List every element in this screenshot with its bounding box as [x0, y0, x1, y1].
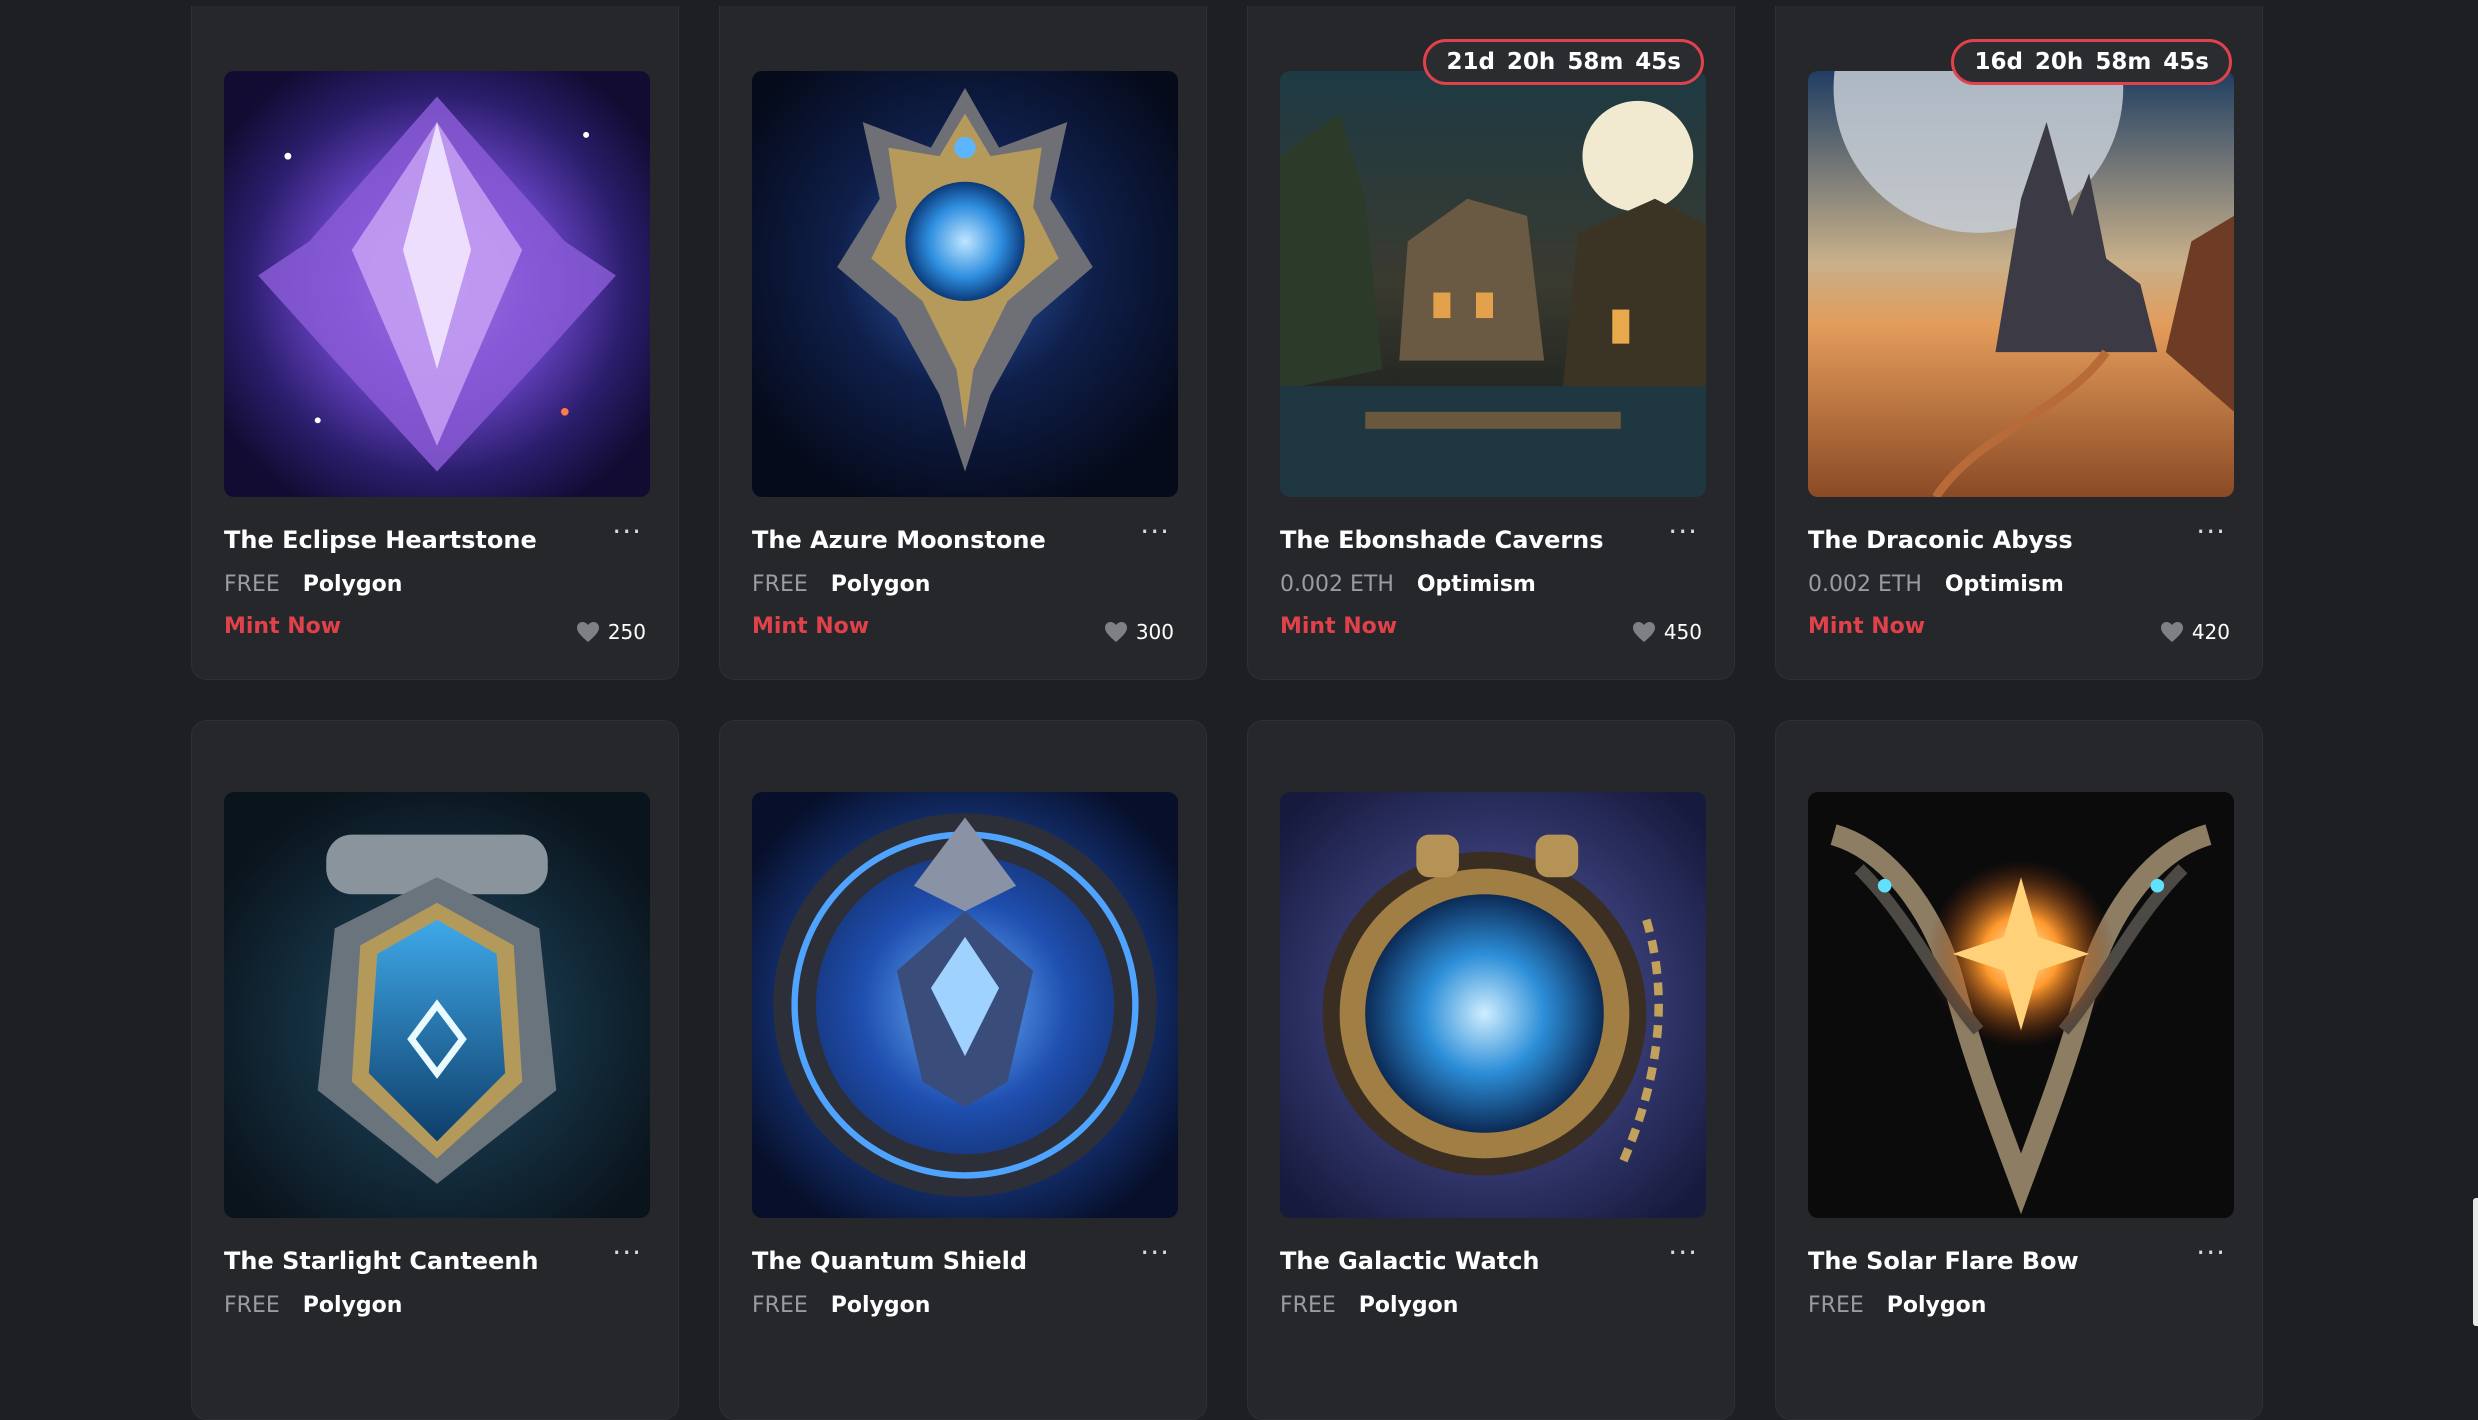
- heart-icon: [576, 622, 599, 642]
- mint-now-link[interactable]: Mint Now: [1280, 614, 1397, 639]
- price-label: FREE: [752, 1293, 808, 1318]
- more-icon[interactable]: ···: [612, 1239, 642, 1267]
- timer-hours: 20h: [1506, 49, 1556, 75]
- nft-card[interactable]: The Solar Flare Bow ··· FREE Polygon: [1775, 720, 2263, 1420]
- timer-seconds: 45s: [2163, 49, 2209, 75]
- nft-card[interactable]: The Galactic Watch ··· FREE Polygon: [1247, 720, 1735, 1420]
- price-label: FREE: [1280, 1293, 1336, 1318]
- chain-label: Optimism: [1944, 572, 2064, 597]
- nft-title[interactable]: The Azure Moonstone: [752, 526, 1046, 554]
- price-label: FREE: [1808, 1293, 1864, 1318]
- price-row: FREE Polygon: [224, 572, 402, 597]
- chain-label: Polygon: [830, 1293, 931, 1318]
- nft-card[interactable]: 16d 20h 58m 45s The Draconic Abyss ··· 0…: [1775, 6, 2263, 680]
- nft-image[interactable]: [1280, 792, 1706, 1218]
- price-label: 0.002 ETH: [1808, 572, 1922, 597]
- nft-title[interactable]: The Draconic Abyss: [1808, 526, 2073, 554]
- more-icon[interactable]: ···: [2196, 518, 2226, 546]
- price-row: FREE Polygon: [1808, 1293, 1986, 1318]
- chain-label: Polygon: [302, 572, 403, 597]
- heart-icon: [1632, 622, 1655, 642]
- like-count-value: 300: [1135, 620, 1174, 644]
- nft-image[interactable]: [752, 792, 1178, 1218]
- more-icon[interactable]: ···: [612, 518, 642, 546]
- mint-now-link[interactable]: Mint Now: [752, 614, 869, 639]
- countdown-timer: 21d 20h 58m 45s: [1423, 39, 1704, 85]
- mint-now-link[interactable]: Mint Now: [1808, 614, 1925, 639]
- chain-label: Optimism: [1416, 572, 1536, 597]
- like-count-value: 450: [1663, 620, 1702, 644]
- nft-image[interactable]: [752, 71, 1178, 497]
- timer-minutes: 58m: [2095, 49, 2152, 75]
- nft-image[interactable]: [224, 792, 650, 1218]
- chain-label: Polygon: [302, 1293, 403, 1318]
- nft-card[interactable]: The Eclipse Heartstone ··· FREE Polygon …: [191, 6, 679, 680]
- heart-icon: [1104, 622, 1127, 642]
- nft-title[interactable]: The Eclipse Heartstone: [224, 526, 537, 554]
- more-icon[interactable]: ···: [1668, 1239, 1698, 1267]
- price-row: 0.002 ETH Optimism: [1280, 572, 1536, 597]
- mint-now-link[interactable]: Mint Now: [224, 614, 341, 639]
- like-count[interactable]: 250: [576, 620, 646, 644]
- price-label: FREE: [224, 1293, 280, 1318]
- like-count-value: 250: [607, 620, 646, 644]
- floating-panel-edge[interactable]: [2473, 1198, 2478, 1326]
- price-row: FREE Polygon: [1280, 1293, 1458, 1318]
- nft-image[interactable]: [1280, 71, 1706, 497]
- timer-hours: 20h: [2034, 49, 2084, 75]
- countdown-timer: 16d 20h 58m 45s: [1951, 39, 2232, 85]
- nft-card[interactable]: The Quantum Shield ··· FREE Polygon: [719, 720, 1207, 1420]
- nft-image[interactable]: [224, 71, 650, 497]
- nft-card[interactable]: The Starlight Canteenh ··· FREE Polygon: [191, 720, 679, 1420]
- price-row: 0.002 ETH Optimism: [1808, 572, 2064, 597]
- nft-title[interactable]: The Galactic Watch: [1280, 1247, 1540, 1275]
- heart-icon: [2160, 622, 2183, 642]
- chain-label: Polygon: [1358, 1293, 1459, 1318]
- timer-days: 21d: [1446, 49, 1495, 75]
- more-icon[interactable]: ···: [1140, 1239, 1170, 1267]
- more-icon[interactable]: ···: [1140, 518, 1170, 546]
- chain-label: Polygon: [1886, 1293, 1987, 1318]
- nft-title[interactable]: The Quantum Shield: [752, 1247, 1027, 1275]
- more-icon[interactable]: ···: [2196, 1239, 2226, 1267]
- price-row: FREE Polygon: [752, 572, 930, 597]
- nft-image[interactable]: [1808, 792, 2234, 1218]
- nft-title[interactable]: The Starlight Canteenh: [224, 1247, 539, 1275]
- like-count[interactable]: 300: [1104, 620, 1174, 644]
- price-row: FREE Polygon: [752, 1293, 930, 1318]
- like-count-value: 420: [2191, 620, 2230, 644]
- price-label: 0.002 ETH: [1280, 572, 1394, 597]
- nft-title[interactable]: The Ebonshade Caverns: [1280, 526, 1604, 554]
- like-count[interactable]: 450: [1632, 620, 1702, 644]
- price-row: FREE Polygon: [224, 1293, 402, 1318]
- nft-image[interactable]: [1808, 71, 2234, 497]
- timer-seconds: 45s: [1635, 49, 1681, 75]
- timer-minutes: 58m: [1567, 49, 1624, 75]
- more-icon[interactable]: ···: [1668, 518, 1698, 546]
- chain-label: Polygon: [830, 572, 931, 597]
- nft-card[interactable]: The Azure Moonstone ··· FREE Polygon Min…: [719, 6, 1207, 680]
- timer-days: 16d: [1974, 49, 2023, 75]
- price-label: FREE: [224, 572, 280, 597]
- price-label: FREE: [752, 572, 808, 597]
- nft-title[interactable]: The Solar Flare Bow: [1808, 1247, 2079, 1275]
- nft-card[interactable]: 21d 20h 58m 45s The Ebonshade Caverns ··…: [1247, 6, 1735, 680]
- like-count[interactable]: 420: [2160, 620, 2230, 644]
